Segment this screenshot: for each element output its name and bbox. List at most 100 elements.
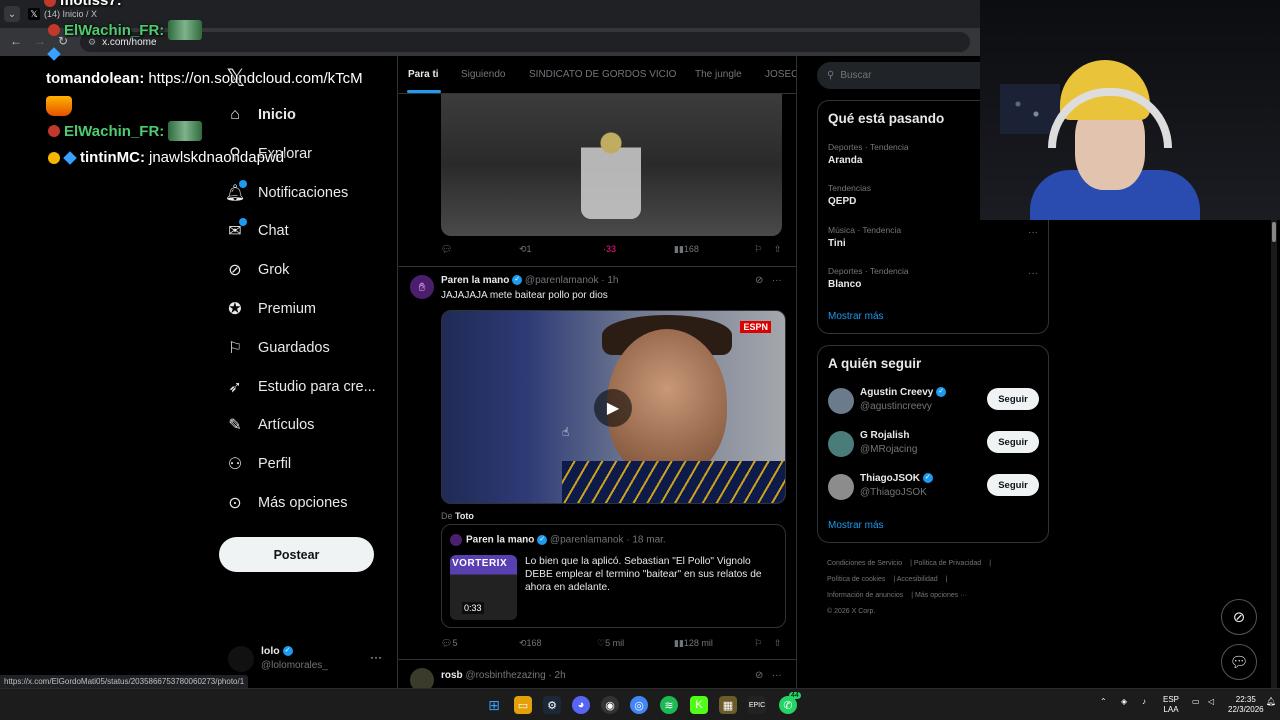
mic-icon[interactable]: ♪ <box>1142 697 1146 707</box>
chat-fab-icon[interactable]: 💬︎ <box>1221 644 1257 680</box>
footer-link[interactable]: Política de cookies <box>827 576 885 583</box>
share-icon[interactable]: ⇧ <box>774 244 782 255</box>
footer-link[interactable]: Más opciones ··· <box>915 592 967 599</box>
author-name[interactable]: rosb <box>441 670 463 681</box>
more-dots-icon[interactable]: ··· <box>1028 268 1038 279</box>
network-icon[interactable]: ▭ <box>1192 697 1200 707</box>
source-name[interactable]: Toto <box>455 511 474 521</box>
follow-suggestion[interactable]: ThiagoJSOK ✓ @ThiagoJSOK Seguir <box>828 472 1040 502</box>
tab-the-jungle[interactable]: The jungle <box>695 69 742 80</box>
footer-link[interactable]: Información de anuncios <box>827 592 903 599</box>
tweet-time[interactable]: · 1h <box>601 275 618 286</box>
trend-item[interactable]: Deportes · Tendencia Blanco ··· <box>828 266 1038 290</box>
nav-creator-studio[interactable]: ➶ Estudio para cre... <box>226 378 376 396</box>
tray-shield-icon[interactable]: ◈ <box>1121 697 1127 707</box>
tweet-video[interactable]: ESPN ▶ <box>441 310 786 504</box>
nav-grok[interactable]: ⊘ Grok <box>226 261 289 279</box>
emote-icon <box>168 20 203 40</box>
verified-icon: ✓ <box>282 646 293 657</box>
scrollbar-thumb[interactable] <box>1272 222 1276 242</box>
retweet-button[interactable]: ⟲ 168 <box>519 638 542 649</box>
play-button[interactable]: ▶ <box>594 389 632 427</box>
quoted-tweet[interactable]: Paren la mano ✓ @parenlamanok · 18 mar. … <box>441 524 786 628</box>
follow-button[interactable]: Seguir <box>987 431 1039 453</box>
grok-icon[interactable]: ⊘ <box>755 670 763 681</box>
tab-sindicato[interactable]: SINDICATO DE GORDOS VICIO <box>529 69 676 80</box>
nav-label: Estudio para cre... <box>258 379 376 395</box>
tweet-image[interactable] <box>441 94 782 236</box>
spotify-icon[interactable]: ≋ <box>660 696 678 714</box>
tab-search-dropdown[interactable]: ⌄ <box>4 6 20 22</box>
retweet-count: 168 <box>526 638 542 648</box>
more-dots-icon[interactable]: ··· <box>772 275 782 286</box>
avatar[interactable]: ✋︎ <box>410 275 434 299</box>
views-button[interactable]: ▮▮ 128 mil <box>674 638 713 649</box>
author-handle[interactable]: @parenlamanok <box>525 275 599 286</box>
nav-articles[interactable]: ✎ Artículos <box>226 416 314 434</box>
retweet-button[interactable]: ⟲ 1 <box>519 244 532 255</box>
author-name[interactable]: Paren la mano <box>441 275 509 286</box>
volume-icon[interactable]: ◁ <box>1208 697 1214 707</box>
nav-bookmarks[interactable]: ⚐ Guardados <box>226 339 330 357</box>
post-button[interactable]: Postear <box>219 537 374 572</box>
tweet-time[interactable]: · 2h <box>548 670 565 681</box>
whatsapp-badge: 44 <box>789 692 801 699</box>
mouse-cursor-icon: ☝ <box>562 425 570 439</box>
grok-fab-icon[interactable]: ⊘ <box>1221 599 1257 635</box>
nav-more-options[interactable]: ⊙ Más opciones <box>226 494 347 512</box>
verified-icon: ✓ <box>537 535 548 545</box>
show-more-follow-link[interactable]: Mostrar más <box>828 520 884 531</box>
tab-joseo[interactable]: JOSEO <box>765 69 796 80</box>
show-more-trends-link[interactable]: Mostrar más <box>828 311 884 322</box>
reply-icon[interactable]: 💬︎ <box>441 244 452 255</box>
bookmark-icon[interactable]: ⚐ <box>754 244 762 255</box>
obs-icon[interactable]: ◉ <box>601 696 619 714</box>
app-icon[interactable]: ▦ <box>719 696 737 714</box>
follow-button[interactable]: Seguir <box>987 388 1039 410</box>
scrollbar[interactable] <box>1271 220 1277 688</box>
epic-games-icon[interactable]: EPIC <box>748 696 766 714</box>
more-dots-icon[interactable]: ··· <box>1028 227 1038 238</box>
follow-button[interactable]: Seguir <box>987 474 1039 496</box>
nav-profile[interactable]: ⚇ Perfil <box>226 455 291 473</box>
follow-suggestion[interactable]: Agustin Creevy ✓ @agustincreevy Seguir <box>828 386 1040 416</box>
grok-icon[interactable]: ⊘ <box>755 275 763 286</box>
back-icon[interactable]: ← <box>10 34 22 48</box>
avatar[interactable] <box>410 668 434 688</box>
notification-bell-icon[interactable]: 🔔︎ <box>1266 697 1276 707</box>
more-dots-icon[interactable]: ··· <box>370 650 382 664</box>
discord-icon[interactable]: ◕ <box>572 696 590 714</box>
like-button[interactable]: ♡ 5 mil <box>597 638 624 649</box>
share-icon[interactable]: ⇧ <box>774 638 782 649</box>
file-explorer-icon[interactable]: ▭ <box>514 696 532 714</box>
footer-link[interactable]: Condiciones de Servicio <box>827 560 902 567</box>
bookmark-icon[interactable]: ⚐ <box>754 638 762 649</box>
account-switcher[interactable]: lolo ✓ @lolomorales_ ··· <box>228 644 388 674</box>
steam-icon[interactable]: ⚙ <box>543 696 561 714</box>
trend-item[interactable]: Música · Tendencia Tini ··· <box>828 225 1038 249</box>
footer-link[interactable]: Accesibilidad <box>897 576 938 583</box>
windows-start-icon[interactable]: ⊞ <box>485 696 503 714</box>
like-button[interactable]: · 33 <box>603 244 616 254</box>
quote-thumbnail[interactable]: VORTERIX 0:33 <box>450 555 517 620</box>
footer-link[interactable]: Política de Privacidad <box>914 560 981 567</box>
views-button[interactable]: ▮▮ 168 <box>674 244 699 255</box>
nav-chat[interactable]: ✉ Chat <box>226 218 289 240</box>
follow-suggestion[interactable]: G Rojalish @MRojacing Seguir <box>828 429 1040 459</box>
avatar <box>228 646 254 672</box>
more-dots-icon[interactable]: ··· <box>772 670 782 681</box>
author-handle[interactable]: @rosbinthezazing <box>465 670 545 681</box>
tray-chevron-icon[interactable]: ⌃ <box>1100 697 1107 707</box>
nav-premium[interactable]: ✪ Premium <box>226 300 316 318</box>
clock[interactable]: 22:35 22/3/2026 <box>1228 695 1264 715</box>
nav-notifications[interactable]: 🔔︎ Notificaciones <box>225 180 348 202</box>
kick-icon[interactable]: K <box>690 696 708 714</box>
chrome-icon[interactable]: ◎ <box>630 696 648 714</box>
tab-siguiendo[interactable]: Siguiendo <box>461 69 505 80</box>
tab-para-ti[interactable]: Para ti <box>408 69 439 80</box>
nav-label: Artículos <box>258 417 315 433</box>
badge-icon <box>44 0 56 7</box>
chat-username: tintinMC: <box>80 149 145 166</box>
reply-button[interactable]: 💬︎ 5 <box>441 638 457 649</box>
language-indicator[interactable]: ESP LAA <box>1163 695 1179 715</box>
